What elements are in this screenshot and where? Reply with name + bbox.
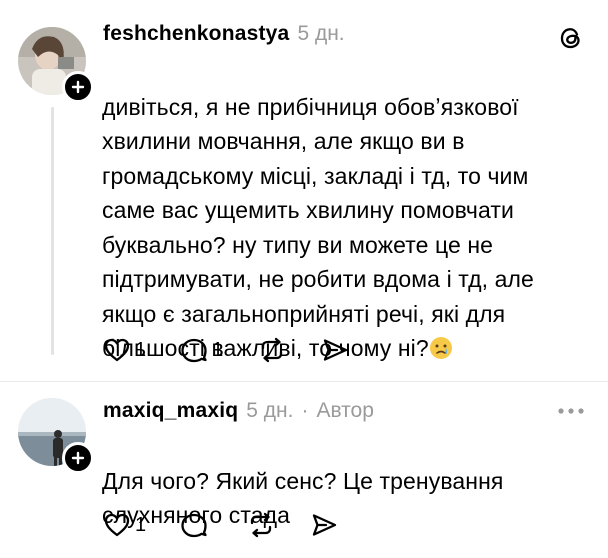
post-text: дивіться, я не прибічниця обовʼязкової х… [102,93,534,362]
heart-icon [104,338,130,362]
reply-button[interactable]: 1 [180,337,223,363]
post-maxiq_maxiq: maxiq_maxiq 5 дн. · Автор Для чого? Який… [0,382,608,558]
like-count: 1 [135,338,147,361]
threads-logo-icon[interactable] [558,25,584,51]
repost-icon [262,337,283,363]
more-options-icon[interactable] [557,407,585,415]
like-count: 1 [135,513,147,536]
repost-icon [250,512,272,538]
repost-button[interactable] [257,337,287,363]
follow-button[interactable] [62,442,94,474]
post-header: maxiq_maxiq 5 дн. · Автор [103,399,374,423]
post-actions: 1 1 [103,337,383,363]
comment-icon [181,338,207,363]
meta-separator: · [301,399,309,422]
avatar-wrap[interactable] [18,27,94,103]
follow-button[interactable] [62,71,94,103]
send-icon [312,514,337,536]
post-feshchenkonastya: feshchenkonastya 5 дн. дивіться, я не пр… [0,0,608,380]
username[interactable]: maxiq_maxiq [103,399,238,423]
share-button[interactable] [321,337,349,363]
post-time: 5 дн. [297,22,345,45]
repost-button[interactable] [246,512,276,538]
comment-icon [181,513,207,538]
crying-face-icon [429,337,452,359]
post-time: 5 дн. [246,399,294,422]
reply-count: 1 [212,338,224,361]
post-body: дивіться, я не прибічниця обовʼязкової х… [102,55,572,366]
like-button[interactable]: 1 [103,337,146,363]
send-icon [324,339,348,361]
share-button[interactable] [310,512,338,538]
reply-button[interactable] [180,512,212,538]
avatar-wrap[interactable] [18,398,94,474]
author-tag: Автор [316,399,374,422]
heart-icon [104,513,130,537]
like-button[interactable]: 1 [103,512,146,538]
username[interactable]: feshchenkonastya [103,22,289,46]
post-actions: 1 [103,512,372,538]
plus-icon [71,451,85,465]
thread-line [51,107,54,355]
post-header: feshchenkonastya 5 дн. [103,22,345,46]
plus-icon [71,80,85,94]
